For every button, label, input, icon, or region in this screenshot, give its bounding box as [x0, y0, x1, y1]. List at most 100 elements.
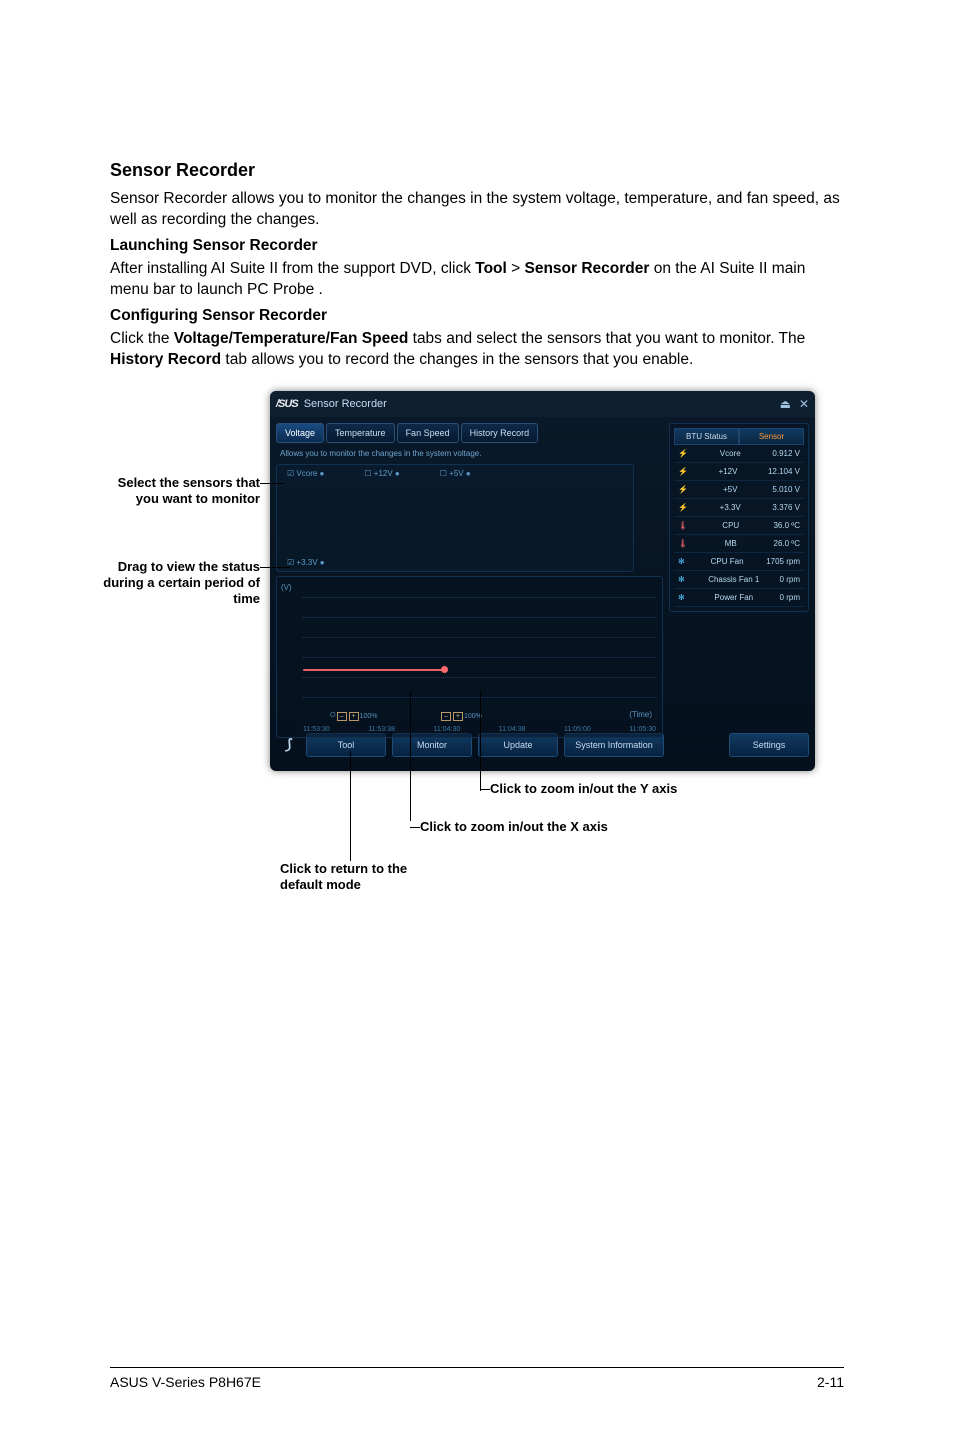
config-text: Click the Voltage/Temperature/Fan Speed …: [110, 329, 844, 371]
titlebar: /SUS Sensor Recorder ⏏ ✕: [270, 391, 815, 417]
footer-right: 2-11: [817, 1374, 844, 1390]
anno-line: [260, 567, 290, 568]
tab-temperature[interactable]: Temperature: [326, 423, 395, 443]
sensor-item: ✻ Chassis Fan 1 0 rpm: [674, 571, 804, 589]
sensor-item: ✻ CPU Fan 1705 rpm: [674, 553, 804, 571]
sensor-value: 0 rpm: [780, 575, 800, 584]
xtick: 11:53:30: [303, 726, 330, 733]
close-icon[interactable]: ✕: [799, 397, 809, 411]
thermometer-icon: 🌡: [678, 539, 688, 548]
check-12v[interactable]: ☐ +12V ●: [364, 469, 399, 478]
sensor-value: 12.104 V: [768, 467, 800, 476]
right-hdr-status[interactable]: BTU Status: [674, 428, 739, 445]
xtick: 11:05:30: [629, 726, 656, 733]
anno-line: [480, 691, 481, 791]
config-text-b: tabs and select the sensors that you wan…: [408, 330, 805, 347]
sensor-item: ⚡Vcore0.912 V: [674, 445, 804, 463]
anno-line: [480, 789, 490, 790]
sensor-value: 26.0 ºC: [774, 539, 801, 548]
plot-point: [441, 666, 448, 673]
sensor-item: 🌡 CPU 36.0 ºC: [674, 517, 804, 535]
y-axis-label: (V): [281, 583, 292, 592]
sensor-name: CPU: [722, 521, 739, 530]
sensor-name: CPU Fan: [711, 557, 744, 566]
bolt-icon: ⚡: [678, 503, 688, 512]
sensor-item: 🌡MB26.0 ºC: [674, 535, 804, 553]
check-33v[interactable]: ☑ +3.3V ●: [287, 558, 325, 567]
zoom-x-out[interactable]: –: [337, 712, 347, 721]
config-text-c: tab allows you to record the changes in …: [221, 351, 693, 368]
sensor-name: +3.3V: [720, 503, 741, 512]
intro-text: Sensor Recorder allows you to monitor th…: [110, 189, 844, 231]
config-title: Configuring Sensor Recorder: [110, 307, 844, 325]
sensor-item: ⚡ +5V 5.010 V: [674, 481, 804, 499]
anno-line: [410, 691, 411, 821]
bolt-icon: ⚡: [678, 449, 688, 458]
anno-zoomy: Click to zoom in/out the Y axis: [490, 781, 690, 797]
sensor-value: 1705 rpm: [766, 557, 800, 566]
sensor-value: 0 rpm: [780, 593, 800, 602]
page-footer: ASUS V-Series P8H67E 2-11: [110, 1367, 844, 1390]
asus-logo: /SUS: [276, 398, 298, 410]
sensor-checks: ☑ Vcore ● ☐ +12V ● ☐ +5V ● ☑ +3.3V ●: [276, 464, 634, 572]
help-text: Allows you to monitor the changes in the…: [280, 449, 659, 458]
sensor-value: 5.010 V: [772, 485, 800, 494]
thermometer-icon: 🌡: [678, 521, 688, 530]
sensor-recorder-window: /SUS Sensor Recorder ⏏ ✕ Voltage Tempera…: [270, 391, 815, 771]
section-title: Sensor Recorder: [110, 160, 844, 181]
right-hdr-sensor[interactable]: Sensor: [739, 428, 804, 445]
tab-history[interactable]: History Record: [461, 423, 539, 443]
anno-line: [260, 483, 284, 484]
figure: /SUS Sensor Recorder ⏏ ✕ Voltage Tempera…: [110, 391, 844, 951]
sensor-item: ✻ Power Fan 0 rpm: [674, 589, 804, 607]
anno-zoomx: Click to zoom in/out the X axis: [420, 819, 620, 835]
tab-fanspeed[interactable]: Fan Speed: [397, 423, 459, 443]
zoom-y-in[interactable]: +: [453, 712, 463, 721]
anno-drag: Drag to view the status during a certain…: [100, 559, 260, 608]
zoom-x-in[interactable]: +: [349, 712, 359, 721]
launch-gt: >: [507, 260, 525, 277]
anno-line: [410, 827, 420, 828]
config-text-a: Click the: [110, 330, 174, 347]
bolt-icon: ⚡: [678, 467, 688, 476]
sensor-list: ⚡Vcore0.912 V ⚡+12V12.104 V ⚡+5V5.010 V …: [674, 445, 804, 607]
fan-icon: ✻: [678, 575, 688, 584]
zoom-x-value: 100%: [360, 713, 378, 720]
zoom-x-controls: ⭘ – + 100%: [330, 712, 378, 721]
launch-text-a: After installing AI Suite II from the su…: [110, 260, 475, 277]
tab-voltage[interactable]: Voltage: [276, 423, 324, 443]
launch-tool-bold: Tool: [475, 260, 507, 277]
settings-button[interactable]: Settings: [729, 733, 809, 757]
fan-icon: ✻: [678, 557, 688, 566]
pin-icon[interactable]: ⏏: [780, 397, 791, 411]
sensor-value: 0.912 V: [772, 449, 800, 458]
sensor-item: ⚡+12V12.104 V: [674, 463, 804, 481]
time-axis-label: (Time): [629, 710, 652, 719]
check-vcore[interactable]: ☑ Vcore ●: [287, 469, 324, 478]
check-5v-label: +5V ●: [449, 469, 471, 478]
bolt-icon: ⚡: [678, 485, 688, 494]
launch-title: Launching Sensor Recorder: [110, 237, 844, 255]
xtick: 11:04:38: [499, 726, 526, 733]
zoom-y-controls: – + 100%: [440, 712, 482, 721]
sensor-name: Chassis Fan 1: [708, 575, 759, 584]
check-5v[interactable]: ☐ +5V ●: [440, 469, 471, 478]
config-hist-bold: History Record: [110, 351, 221, 368]
zoom-x-reset-icon[interactable]: ⭘: [330, 712, 336, 720]
anno-select: Select the sensors that you want to moni…: [100, 475, 260, 508]
zoom-y-out[interactable]: –: [441, 712, 451, 721]
launch-text: After installing AI Suite II from the su…: [110, 259, 844, 301]
anno-return: Click to return to the default mode: [280, 861, 440, 894]
launch-sr-bold: Sensor Recorder: [525, 260, 650, 277]
check-12v-label: +12V ●: [374, 469, 400, 478]
plot-line: [303, 669, 443, 671]
app-name: Sensor Recorder: [304, 398, 387, 410]
sensor-name: +5V: [723, 485, 737, 494]
sensor-value: 36.0 ºC: [773, 521, 800, 530]
fan-icon: ✻: [678, 593, 688, 602]
sensor-item: ⚡ +3.3V 3.376 V: [674, 499, 804, 517]
config-tabs-bold: Voltage/Temperature/Fan Speed: [174, 330, 409, 347]
sensor-value: 3.376 V: [772, 503, 800, 512]
sensor-name: Power Fan: [714, 593, 753, 602]
xtick: 11:05:00: [564, 726, 591, 733]
